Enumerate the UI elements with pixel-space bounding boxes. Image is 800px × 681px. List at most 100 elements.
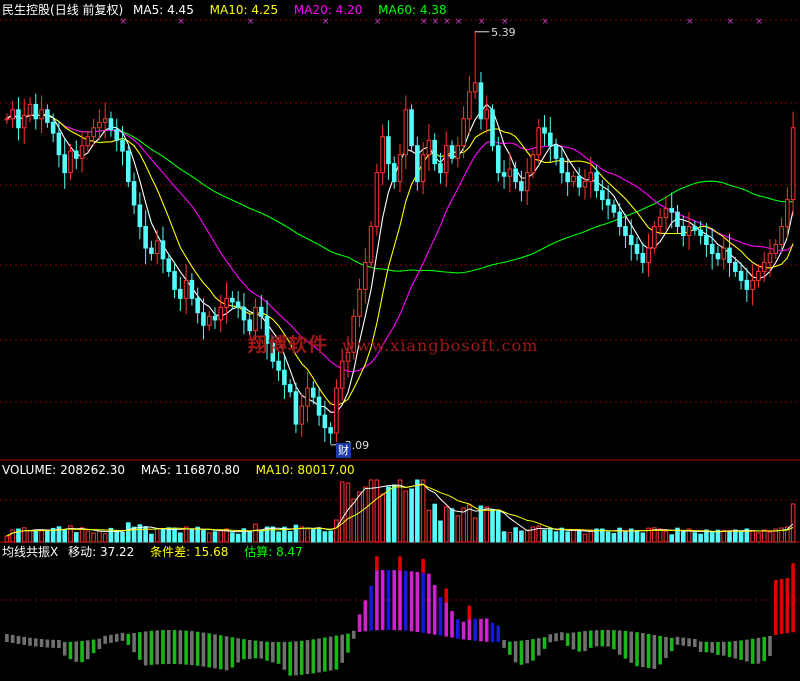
- candle-body: [467, 91, 472, 120]
- candle-body: [443, 145, 449, 174]
- candle-body: [16, 109, 21, 129]
- indicator-bar: [588, 630, 593, 648]
- volume-label: VOLUME:: [2, 463, 57, 477]
- indicator-bar: [62, 641, 67, 656]
- indicator-bar: [294, 641, 298, 676]
- indicator-bar: [334, 635, 339, 670]
- indicator-bar: [97, 638, 102, 650]
- volume-bar: [507, 532, 513, 543]
- candle-body: [692, 226, 698, 231]
- candle-body: [322, 414, 328, 429]
- volume-bar: [443, 506, 449, 543]
- indicator-bar: [34, 638, 38, 647]
- indicator-bar: [773, 579, 778, 635]
- indicator-bar: [271, 641, 275, 663]
- volume-bar: [85, 530, 91, 543]
- volume-bar: [125, 522, 131, 543]
- indicator-bar: [467, 619, 472, 641]
- indicator-bar: [51, 639, 55, 648]
- signal-marker: ×: [247, 17, 255, 27]
- candle-body: [160, 240, 166, 260]
- volume-bar: [605, 531, 611, 543]
- ma5-label: MA5:: [133, 3, 164, 17]
- volume-bar: [16, 528, 21, 543]
- candle-body: [120, 139, 125, 152]
- candle-body: [582, 181, 588, 188]
- candle-body: [368, 226, 374, 263]
- indicator-bar: [68, 641, 73, 660]
- watermark: 翔博软件 www.xiangbosoft.com: [248, 330, 538, 357]
- volume-bar: [114, 529, 120, 543]
- ma20-indicator: MA20: 4.20: [294, 3, 368, 17]
- signal-marker: ×: [374, 17, 382, 27]
- stock-name: 民生控股: [2, 3, 51, 17]
- indicator-bar: [421, 558, 425, 573]
- candle-body: [212, 315, 218, 321]
- candle-body: [189, 279, 195, 299]
- volume-indicator: VOLUME: 208262.30: [2, 463, 131, 477]
- indicator-bar: [276, 641, 281, 664]
- indicator-bar: [791, 563, 795, 578]
- candle-body: [328, 427, 333, 434]
- candle-body: [657, 217, 663, 228]
- indicator-bar: [693, 638, 697, 647]
- indicator-bar: [155, 630, 159, 665]
- indicator-bar: [490, 622, 495, 642]
- candle-body: [790, 127, 796, 201]
- candle-body: [316, 396, 322, 416]
- candle-body: [617, 211, 622, 228]
- candle-body: [478, 82, 484, 120]
- ma10-label: MA10:: [209, 3, 248, 17]
- candle-body: [767, 252, 773, 263]
- indicator-bar: [207, 633, 212, 668]
- volume-bar: [305, 528, 310, 543]
- candle-body: [686, 226, 692, 237]
- move-label: 移动:: [68, 545, 97, 559]
- indicator-bar: [687, 638, 691, 647]
- volume-bar: [189, 528, 195, 543]
- indicator-bar: [727, 641, 732, 658]
- signal-marker: ×: [177, 17, 185, 27]
- indicator-bar: [704, 641, 709, 653]
- period-label: (日线 前复权): [50, 3, 124, 17]
- candle-body: [750, 279, 755, 290]
- volume-bar: [495, 509, 501, 543]
- volume-bar: [62, 529, 67, 543]
- candle-body: [339, 360, 345, 389]
- candle-body: [715, 252, 721, 260]
- volume-bar: [698, 533, 703, 543]
- volume-bar: [727, 530, 732, 543]
- indicator-bar: [623, 630, 628, 659]
- finance-badge[interactable]: 财: [336, 443, 351, 458]
- indicator-bar: [126, 633, 131, 645]
- volume-bar: [449, 508, 455, 543]
- indicator-bar: [600, 630, 605, 647]
- candle-body: [461, 118, 466, 147]
- indicator-bar: [357, 614, 362, 632]
- indicator-bar: [444, 602, 449, 637]
- volume-bar: [374, 479, 380, 543]
- volume-bar: [322, 531, 328, 543]
- signal-marker: ×: [120, 17, 128, 27]
- candle-body: [542, 127, 547, 134]
- move-indicator: 移动: 37.22: [68, 545, 140, 559]
- vol-ma10-label: MA10:: [255, 463, 294, 477]
- volume-bar: [721, 529, 727, 543]
- indicator-bar: [161, 630, 165, 665]
- candle-body: [634, 243, 640, 254]
- indicator-bar: [496, 625, 501, 642]
- volume-bar: [154, 528, 160, 543]
- candle-body: [201, 312, 206, 326]
- indicator-bar: [641, 633, 645, 668]
- indicator-bar: [380, 570, 385, 631]
- move-value: 37.22: [99, 545, 135, 559]
- candle-body: [33, 103, 39, 120]
- indicator-bar: [456, 619, 460, 639]
- volume-bar: [663, 530, 669, 543]
- indicator-header: 均线共振X 移动: 37.22 条件差: 15.68 估算: 8.47: [2, 544, 315, 560]
- candle-body: [704, 235, 709, 245]
- watermark-url: www.xiangbosoft.com: [342, 336, 539, 355]
- candle-body: [73, 150, 79, 159]
- indicator-bar: [438, 597, 443, 636]
- volume-bar: [426, 509, 432, 543]
